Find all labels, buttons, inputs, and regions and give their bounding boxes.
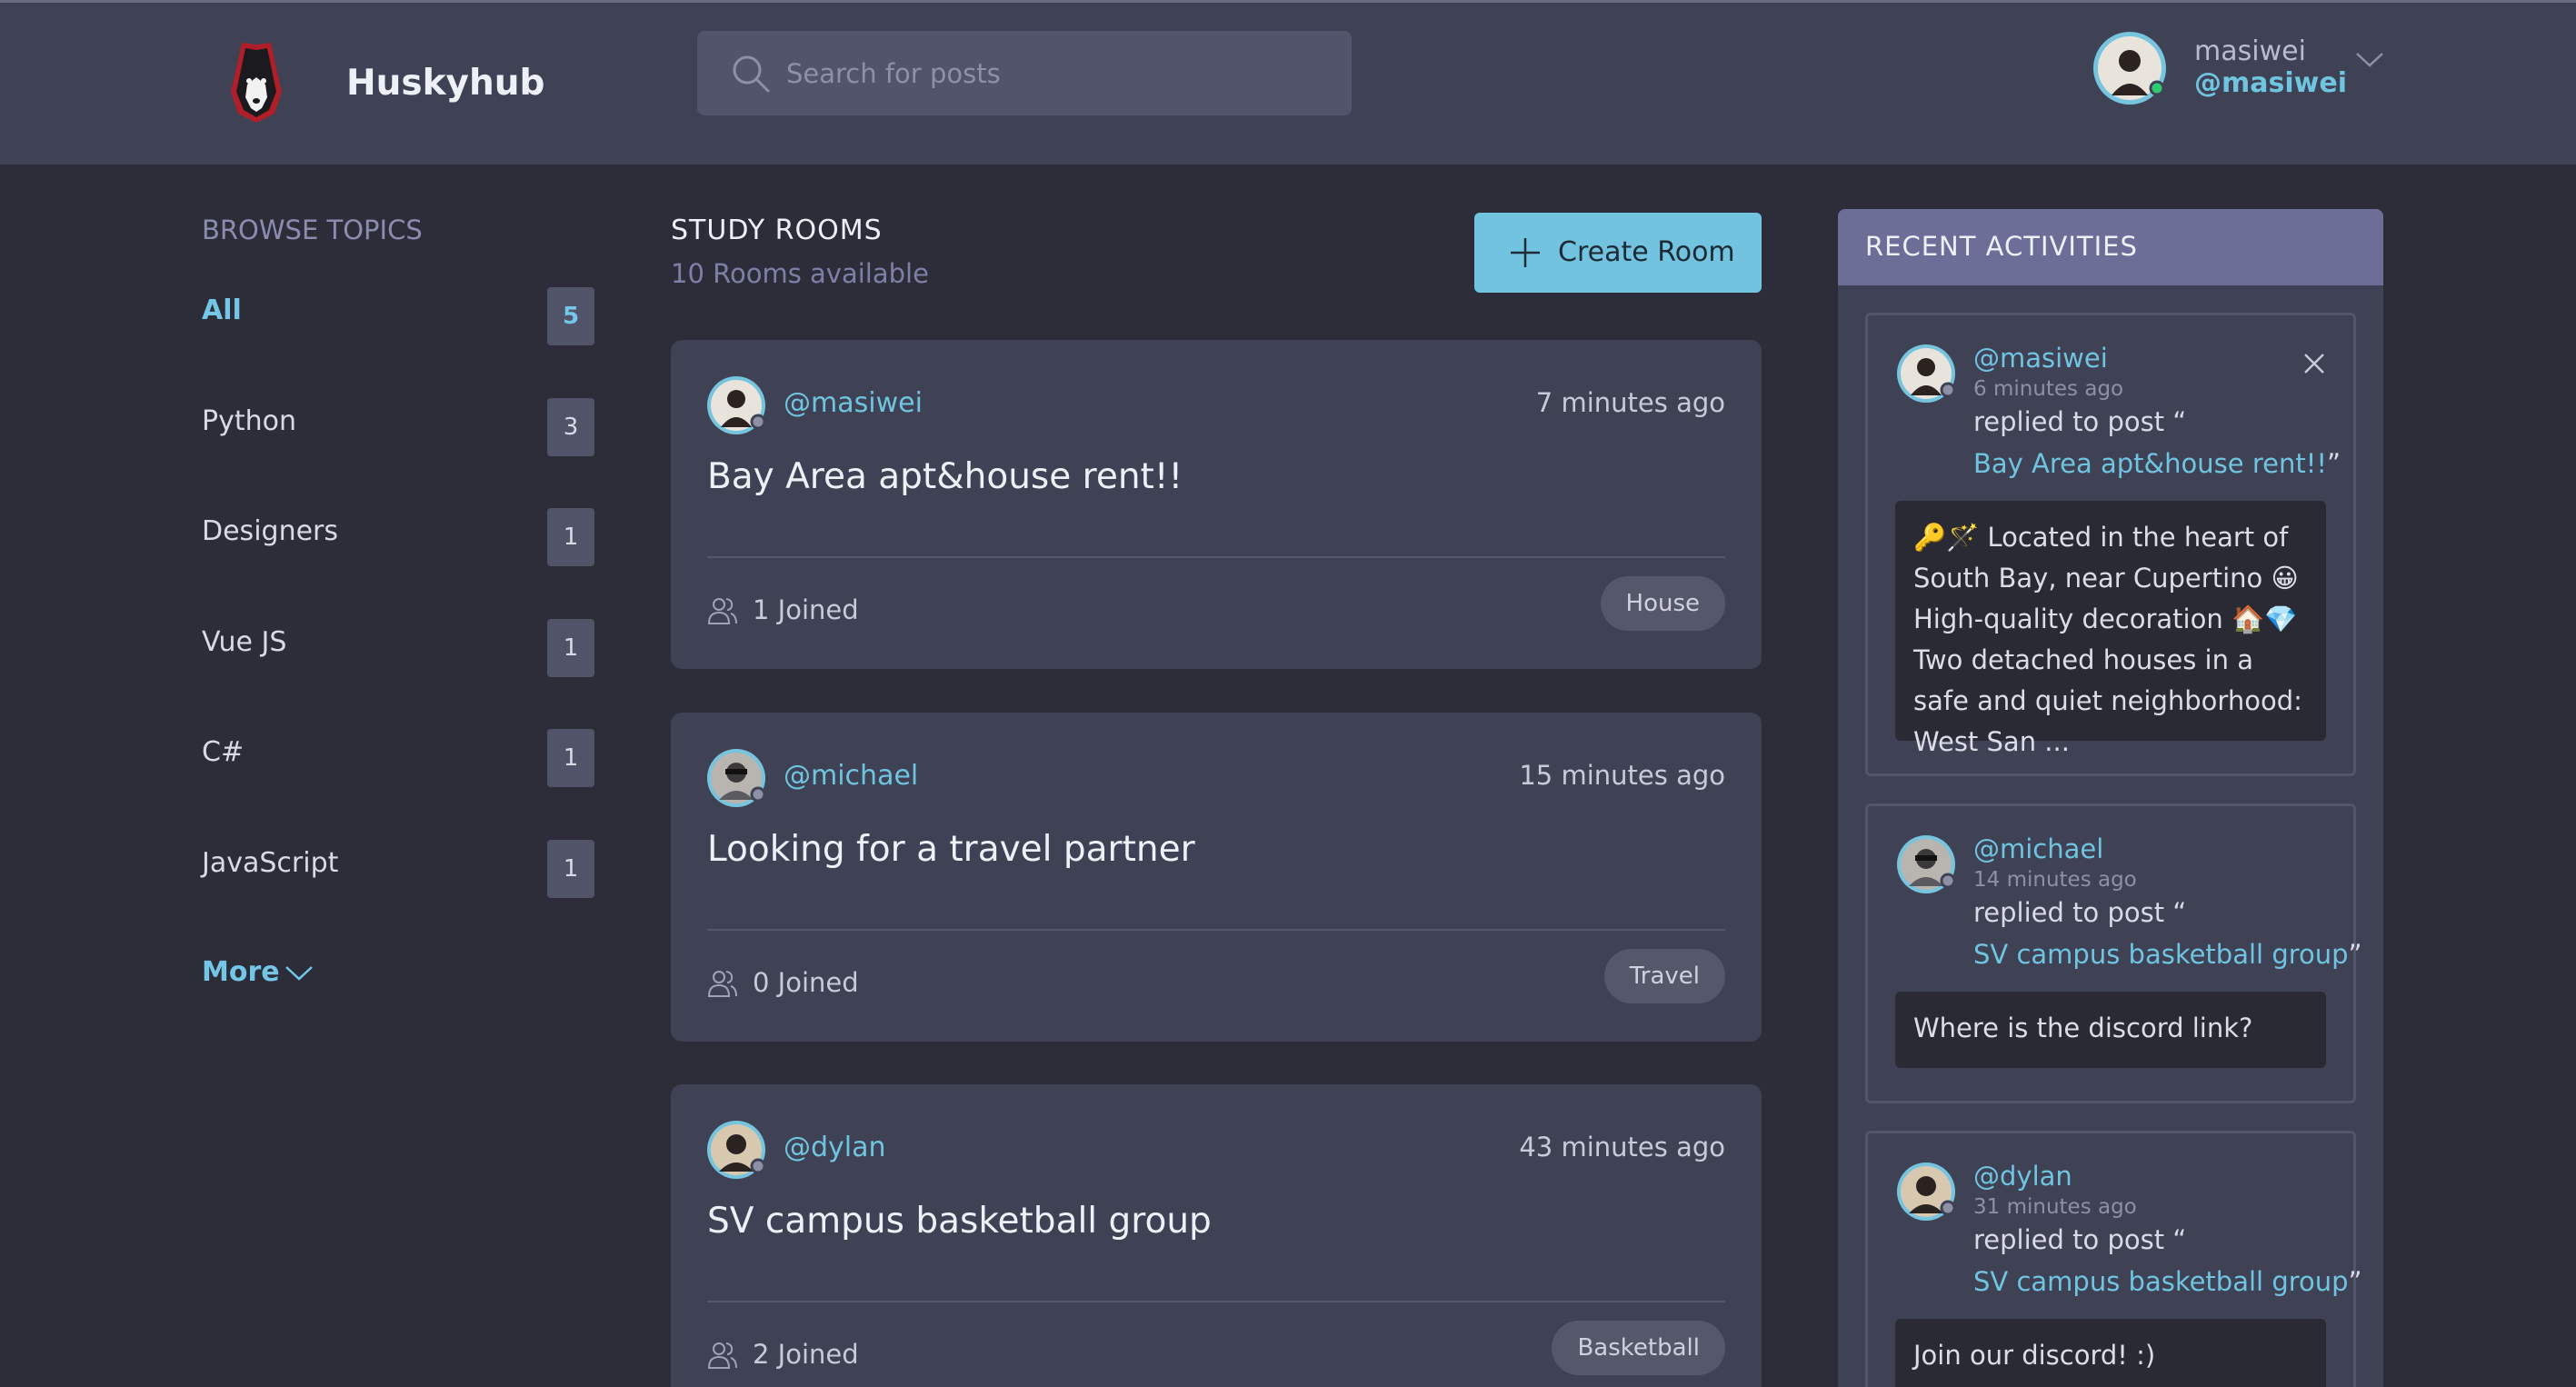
activity-user-handle[interactable]: @masiwei	[1973, 343, 2108, 374]
people-icon	[707, 968, 738, 1003]
topic-count-badge: 1	[547, 729, 594, 787]
activity-reply-body: Join our discord! :)	[1895, 1319, 2326, 1387]
topic-count-badge: 1	[547, 508, 594, 566]
activity-timestamp: 6 minutes ago	[1973, 377, 2124, 401]
chevron-down-icon	[285, 966, 313, 981]
topic-label: JavaScript	[202, 847, 339, 879]
activity-timestamp: 31 minutes ago	[1973, 1195, 2137, 1219]
avatar[interactable]	[705, 1119, 767, 1184]
room-host-handle[interactable]: @dylan	[784, 1132, 886, 1163]
topic-item-vue-js[interactable]: Vue JS 1	[202, 619, 594, 677]
activity-post-title[interactable]: SV campus basketball group	[1973, 939, 2349, 970]
activity-reply-body: 🔑🪄 Located in the heart of South Bay, ne…	[1895, 501, 2326, 757]
room-timestamp: 43 minutes ago	[1519, 1132, 1725, 1162]
activity-post-link[interactable]: SV campus basketball group”	[1973, 939, 2362, 970]
user-handle[interactable]: @masiwei	[2194, 67, 2347, 99]
top-navigation-bar: Huskyhub masiwei @masiwei	[0, 0, 2576, 165]
activity-replied-text: replied to post “	[1973, 1224, 2187, 1255]
search-input[interactable]	[786, 53, 1313, 95]
avatar[interactable]	[1895, 343, 1957, 408]
close-quote: ”	[2326, 448, 2341, 479]
room-timestamp: 15 minutes ago	[1519, 760, 1725, 791]
search-icon	[730, 53, 772, 98]
plus-icon	[1511, 238, 1540, 267]
recent-activities-panel: RECENT ACTIVITIES @masiwei 6 minutes ago…	[1838, 209, 2383, 1387]
activity-timestamp: 14 minutes ago	[1973, 868, 2137, 892]
room-joined-count: 1 Joined	[753, 594, 859, 625]
divider	[707, 929, 1725, 931]
husky-logo-icon[interactable]	[224, 41, 289, 125]
activity-user-handle[interactable]: @dylan	[1973, 1161, 2072, 1192]
activity-replied-text: replied to post “	[1973, 897, 2187, 928]
avatar[interactable]	[1895, 833, 1957, 899]
activity-post-title[interactable]: Bay Area apt&house rent!!	[1973, 448, 2327, 479]
close-quote: ”	[2348, 1266, 2362, 1297]
topic-item-python[interactable]: Python 3	[202, 398, 594, 456]
room-host-handle[interactable]: @michael	[784, 760, 918, 792]
avatar[interactable]	[705, 747, 767, 813]
divider	[707, 556, 1725, 558]
search-bar[interactable]	[697, 31, 1352, 115]
room-card[interactable]: @masiwei 7 minutes ago Bay Area apt&hous…	[671, 340, 1762, 669]
room-title[interactable]: SV campus basketball group	[707, 1201, 1212, 1242]
study-rooms-heading: STUDY ROOMS	[671, 215, 883, 246]
activity-card: @masiwei 6 minutes ago replied to post “…	[1865, 313, 2356, 776]
room-card[interactable]: @dylan 43 minutes ago SV campus basketba…	[671, 1084, 1762, 1387]
avatar[interactable]	[705, 374, 767, 440]
topic-label: All	[202, 294, 242, 326]
activity-replied-text: replied to post “	[1973, 406, 2187, 437]
create-room-label: Create Room	[1558, 236, 1735, 268]
user-name[interactable]: masiwei	[2194, 35, 2306, 67]
room-topic-tag[interactable]: Travel	[1603, 949, 1725, 1003]
more-label: More	[202, 956, 280, 988]
room-topic-tag[interactable]: Basketball	[1552, 1321, 1725, 1375]
chevron-down-icon[interactable]	[2354, 50, 2385, 74]
recent-activities-header: RECENT ACTIVITIES	[1838, 209, 2383, 285]
people-icon	[707, 595, 738, 630]
room-title[interactable]: Bay Area apt&house rent!!	[707, 456, 1183, 497]
topic-label: Python	[202, 405, 296, 437]
room-title[interactable]: Looking for a travel partner	[707, 829, 1195, 870]
room-joined-count: 0 Joined	[753, 967, 859, 998]
room-topic-tag[interactable]: House	[1600, 576, 1725, 631]
recent-activities-heading: RECENT ACTIVITIES	[1865, 231, 2138, 262]
topic-item-all[interactable]: All 5	[202, 287, 594, 345]
topic-label: C#	[202, 736, 245, 768]
divider	[707, 1301, 1725, 1302]
rooms-available-count: 10 Rooms available	[671, 258, 929, 289]
topic-item-csharp[interactable]: C# 1	[202, 729, 594, 787]
room-joined-count: 2 Joined	[753, 1339, 859, 1370]
close-quote: ”	[2348, 939, 2362, 970]
activity-card: @dylan 31 minutes ago replied to post “ …	[1865, 1131, 2362, 1387]
activity-card: @michael 14 minutes ago replied to post …	[1865, 803, 2362, 1103]
activity-post-link[interactable]: SV campus basketball group”	[1973, 1266, 2362, 1297]
brand-name[interactable]: Huskyhub	[346, 63, 544, 104]
room-host-handle[interactable]: @masiwei	[784, 387, 923, 419]
topic-count-badge: 3	[547, 398, 594, 456]
topic-count-badge: 1	[547, 840, 594, 898]
activity-user-handle[interactable]: @michael	[1973, 833, 2103, 864]
room-timestamp: 7 minutes ago	[1535, 387, 1725, 418]
avatar[interactable]	[2092, 30, 2168, 110]
topic-label: Designers	[202, 515, 338, 547]
people-icon	[707, 1340, 738, 1374]
more-topics-link[interactable]: More	[202, 956, 313, 988]
topic-count-badge: 1	[547, 619, 594, 677]
activity-post-title[interactable]: SV campus basketball group	[1973, 1266, 2349, 1297]
avatar[interactable]	[1895, 1161, 1957, 1226]
create-room-button[interactable]: Create Room	[1474, 213, 1762, 293]
topic-label: Vue JS	[202, 626, 287, 658]
close-icon[interactable]	[2302, 352, 2326, 379]
topic-item-designers[interactable]: Designers 1	[202, 508, 594, 566]
activity-post-link[interactable]: Bay Area apt&house rent!!”	[1973, 448, 2341, 479]
room-card[interactable]: @michael 15 minutes ago Looking for a tr…	[671, 713, 1762, 1042]
browse-topics-heading: BROWSE TOPICS	[202, 215, 423, 245]
topic-item-javascript[interactable]: JavaScript 1	[202, 840, 594, 898]
topic-count-badge: 5	[547, 287, 594, 345]
activity-reply-body: Where is the discord link?	[1895, 992, 2326, 1068]
